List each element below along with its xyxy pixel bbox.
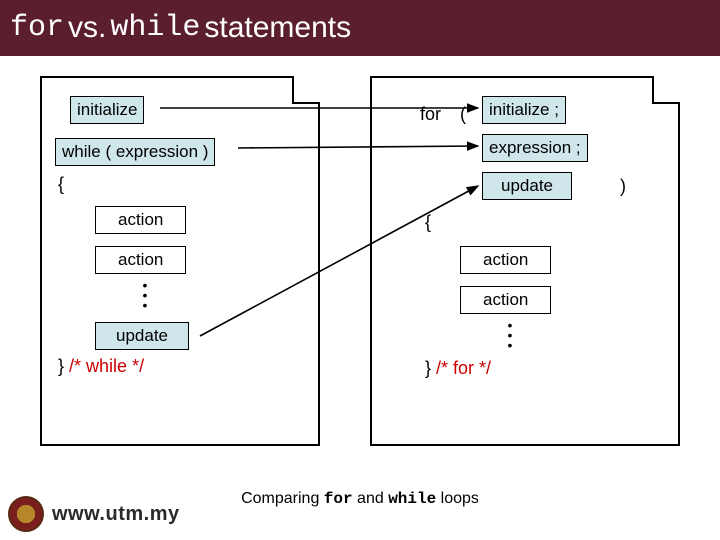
while-initialize: initialize [70, 96, 144, 124]
for-action-1: action [460, 246, 551, 274]
footer: www.utm.my [8, 496, 180, 532]
for-ellipsis: ••• [505, 320, 515, 350]
for-close-paren: ) [620, 176, 626, 197]
for-update: update [482, 172, 572, 200]
for-initialize: initialize ; [482, 96, 566, 124]
for-open-brace: { [425, 212, 431, 233]
for-open-paren: ( [460, 104, 466, 125]
for-keyword: for [420, 104, 441, 125]
title-for: for [10, 11, 64, 45]
for-action-2: action [460, 286, 551, 314]
while-open-brace: { [58, 174, 64, 195]
for-expression: expression ; [482, 134, 588, 162]
while-update: update [95, 322, 189, 350]
title-while: while [110, 11, 200, 45]
site-url: www.utm.my [52, 503, 180, 526]
for-close-brace: } /* for */ [425, 358, 491, 379]
title-statements: statements [204, 11, 351, 45]
while-action-1: action [95, 206, 186, 234]
diagram-stage: initialize while ( expression ) { action… [0, 56, 720, 486]
while-close-brace: } /* while */ [58, 356, 144, 377]
while-action-2: action [95, 246, 186, 274]
title-vs: vs. [68, 11, 106, 45]
title-bar: for vs. while statements [0, 0, 720, 56]
utm-logo-icon [8, 496, 44, 532]
while-condition: while ( expression ) [55, 138, 215, 166]
while-ellipsis: ••• [140, 280, 150, 310]
